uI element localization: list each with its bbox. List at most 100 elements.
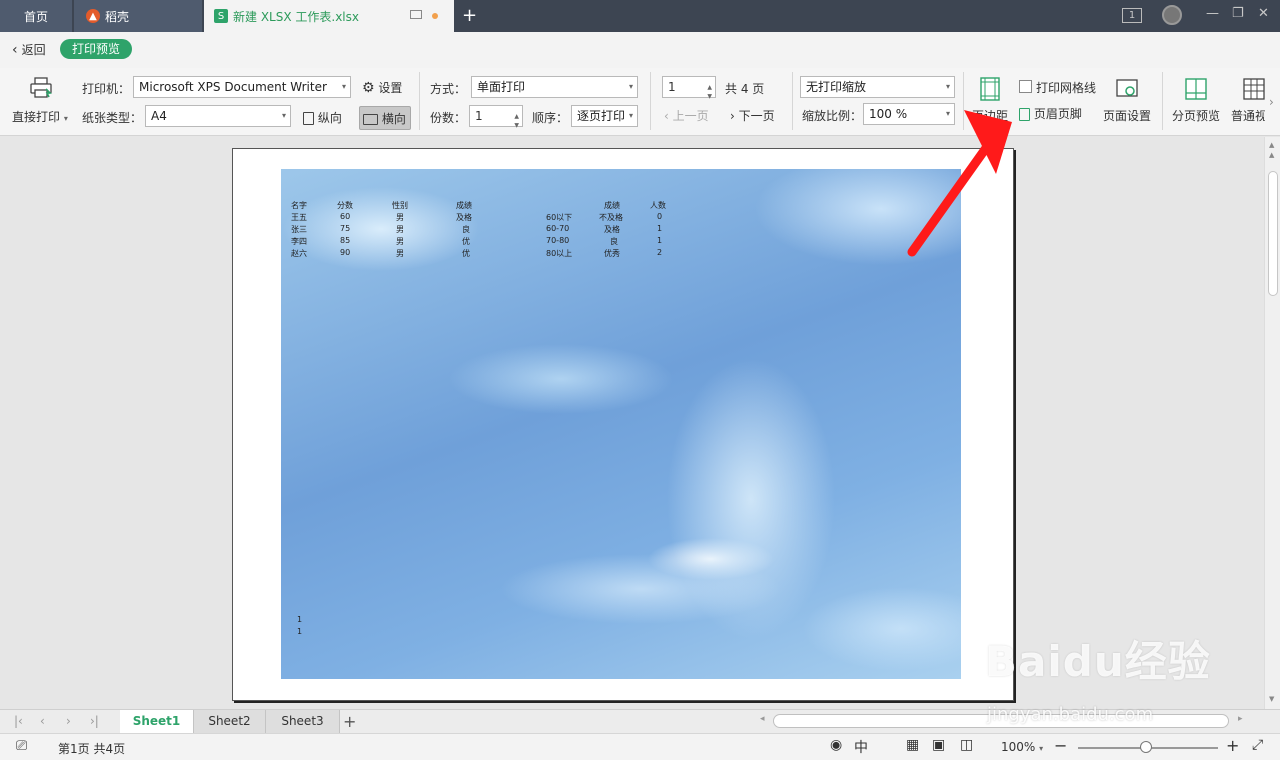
sheet-tab-2[interactable]: Sheet2 — [194, 710, 266, 734]
zoom-out-button[interactable]: − — [1054, 736, 1067, 755]
printer-icon[interactable] — [29, 76, 53, 100]
settings-label: 设置 — [378, 81, 403, 95]
portrait-button[interactable]: 纵向 — [303, 109, 342, 126]
next-sheet-icon[interactable]: › — [66, 714, 71, 728]
page-number-stepper[interactable]: 1 ▲ ▼ — [662, 76, 716, 100]
first-sheet-icon[interactable]: |‹ — [14, 714, 23, 728]
normal-view-icon[interactable]: ▦ — [906, 737, 919, 753]
last-sheet-icon[interactable]: ›| — [90, 714, 99, 728]
scroll-right-icon[interactable]: ▸ — [1238, 714, 1243, 724]
printer-select[interactable]: Microsoft XPS Document Writer ▾ — [133, 76, 351, 98]
scroll-top-icon[interactable]: ▲ — [1269, 151, 1274, 159]
sheet-tab-1[interactable]: Sheet1 — [120, 710, 194, 734]
stepper-down-icon[interactable]: ▼ — [514, 116, 519, 136]
avatar[interactable] — [1162, 5, 1182, 25]
window-count-button[interactable]: 1 — [1122, 8, 1142, 23]
paper-type-value: A4 — [151, 109, 167, 123]
scroll-down-icon[interactable]: ▼ — [1269, 695, 1274, 703]
margins-icon[interactable] — [978, 77, 1002, 101]
cell: 90 — [340, 248, 351, 257]
page-setup-icon[interactable] — [1115, 77, 1139, 101]
method-select[interactable]: 单面打印 ▾ — [471, 76, 638, 98]
page-break-preview-icon[interactable] — [1184, 77, 1208, 101]
chevron-down-icon: ▾ — [341, 82, 346, 91]
sheet-tab-3[interactable]: Sheet3 — [266, 710, 340, 734]
scrollbar-thumb[interactable] — [1268, 171, 1278, 296]
page-info: 第1页 共4页 — [58, 742, 126, 756]
cell: 及格 — [604, 225, 620, 234]
page-break-preview-button[interactable]: 分页预览 — [1172, 107, 1220, 124]
cell: 不及格 — [599, 213, 623, 222]
print-preview-badge: 打印预览 — [60, 39, 133, 59]
stepper-down-icon[interactable]: ▼ — [707, 87, 712, 107]
tab-daoke[interactable]: ▲ 稻壳 — [74, 0, 202, 32]
minimize-icon[interactable]: — — [1206, 6, 1219, 21]
vertical-scrollbar[interactable]: ▲ ▲ ▼ — [1264, 137, 1280, 709]
back-button[interactable]: ‹ 返回 — [12, 41, 46, 58]
scale-mode-value: 无打印缩放 — [806, 80, 867, 94]
spreadsheet-icon: S — [214, 9, 228, 23]
cell: 李四 — [291, 237, 307, 246]
scale-mode-select[interactable]: 无打印缩放 ▾ — [800, 76, 955, 98]
scale-label: 缩放比例： — [802, 109, 863, 123]
cell: 60以下 — [546, 213, 573, 222]
scroll-left-icon[interactable]: ◂ — [760, 714, 765, 724]
prev-sheet-icon[interactable]: ‹ — [40, 714, 45, 728]
fullscreen-icon[interactable]: ⤢ — [1252, 737, 1263, 753]
cell: 80以上 — [546, 249, 573, 258]
monitor-icon[interactable] — [410, 10, 422, 19]
cell: 优 — [462, 249, 470, 258]
watermark-logo: Baidu经验 — [985, 637, 1211, 686]
chevron-right-icon: › — [730, 109, 735, 123]
scroll-up-icon[interactable]: ▲ — [1269, 141, 1274, 149]
tab-daoke-label: 稻壳 — [105, 9, 130, 24]
method-label: 方式： — [430, 82, 467, 96]
restore-icon[interactable]: ❐ — [1232, 6, 1244, 21]
order-value: 逐页打印 — [577, 109, 626, 123]
copies-stepper[interactable]: 1 ▲ ▼ — [469, 105, 523, 129]
page-break-icon[interactable]: ◫ — [960, 737, 973, 753]
paper-type-select[interactable]: A4 ▾ — [145, 105, 291, 127]
normal-view-button[interactable]: 普通视 — [1231, 107, 1265, 124]
daoke-icon: ▲ — [86, 9, 100, 23]
cell: 优秀 — [604, 249, 620, 258]
normal-view-icon[interactable] — [1242, 77, 1266, 101]
portrait-icon — [303, 112, 314, 125]
prev-page-button[interactable]: ‹ 上一页 — [664, 107, 709, 124]
settings-button[interactable]: ⚙ 设置 — [362, 79, 402, 96]
direct-print-button[interactable]: 直接打印 ▾ — [12, 108, 68, 125]
print-page: 名字 分数 性别 成绩 王五 60 男 及格 张三 75 男 良 李四 85 男… — [232, 148, 1014, 701]
cell: 优 — [462, 237, 470, 246]
macro-icon[interactable]: ⎚ — [16, 738, 27, 754]
unsaved-dot-icon — [432, 13, 438, 19]
cell: 男 — [396, 237, 404, 246]
eye-icon[interactable]: ◉ — [830, 737, 842, 753]
tab-home[interactable]: 首页 — [0, 0, 72, 32]
cell: 分数 — [337, 201, 353, 210]
page-layout-icon[interactable]: ▣ — [932, 737, 945, 753]
preview-area: 名字 分数 性别 成绩 王五 60 男 及格 张三 75 男 良 李四 85 男… — [0, 137, 1264, 709]
header-footer-button[interactable]: 页眉页脚 — [1019, 105, 1082, 122]
copies-value: 1 — [475, 109, 483, 123]
cell: 60 — [340, 212, 351, 221]
ribbon-scroll-right-icon[interactable]: › — [1269, 95, 1274, 109]
next-page-button[interactable]: › 下一页 — [730, 107, 775, 124]
close-icon[interactable]: ✕ — [1258, 6, 1269, 21]
order-select[interactable]: 逐页打印 ▾ — [571, 105, 638, 127]
cell: 赵六 — [291, 249, 307, 258]
background-image: 名字 分数 性别 成绩 王五 60 男 及格 张三 75 男 良 李四 85 男… — [281, 169, 961, 679]
new-tab-button[interactable]: + — [462, 5, 477, 26]
zoom-in-button[interactable]: + — [1226, 736, 1239, 755]
landscape-content: 横向 — [363, 110, 406, 127]
add-sheet-button[interactable]: + — [343, 712, 356, 731]
zoom-level[interactable]: 100% ▾ — [1001, 740, 1043, 754]
back-label: 返回 — [21, 43, 46, 57]
chevron-down-icon: ▾ — [628, 82, 633, 91]
print-gridlines-checkbox[interactable] — [1019, 80, 1032, 93]
cell: 及格 — [456, 213, 472, 222]
page-setup-button[interactable]: 页面设置 — [1103, 107, 1151, 124]
cell: 良 — [610, 237, 618, 246]
zoom-slider-thumb[interactable] — [1140, 741, 1152, 753]
chevron-down-icon: ▾ — [628, 111, 633, 120]
input-method-icon[interactable]: 中 — [854, 737, 868, 757]
